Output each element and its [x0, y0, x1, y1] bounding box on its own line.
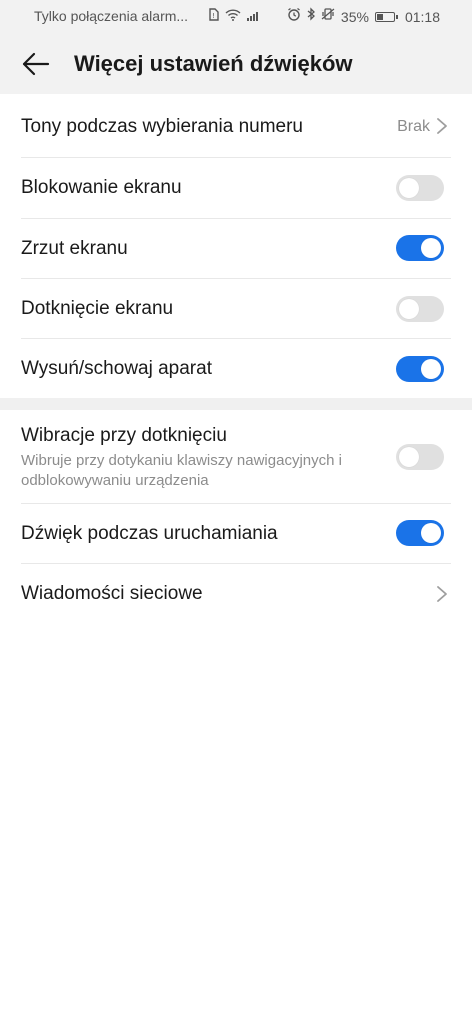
toggle-knob — [421, 238, 441, 258]
row-touch[interactable]: Dotknięcie ekranu — [0, 279, 472, 339]
signal-icon — [246, 8, 259, 26]
row-dial-tones-title: Tony podczas wybierania numeru — [21, 116, 303, 137]
back-button[interactable] — [20, 48, 52, 80]
row-dial-tones[interactable]: Tony podczas wybierania numeru Brak — [0, 94, 472, 158]
vibrate-icon — [321, 7, 335, 26]
toggle-startup-sound[interactable] — [396, 520, 444, 546]
carrier-text: Tylko połączenia alarm... — [34, 8, 189, 24]
status-bar: Tylko połączenia alarm... ! 35% 01:18 — [0, 0, 472, 34]
arrow-left-icon — [22, 52, 50, 76]
row-screen-lock-title: Blokowanie ekranu — [21, 177, 182, 198]
row-network-messages-title: Wiadomości sieciowe — [21, 583, 203, 604]
row-camera[interactable]: Wysuń/schowaj aparat — [0, 339, 472, 399]
battery-fill — [376, 13, 384, 20]
row-vibration-subtitle: Wibruje przy dotykaniu klawiszy nawigacy… — [21, 452, 342, 489]
row-startup-sound[interactable]: Dźwięk podczas uruchamiania — [0, 504, 472, 564]
app-header: Więcej ustawień dźwięków — [0, 34, 472, 94]
row-vibration[interactable]: Wibracje przy dotknięciu Wibruje przy do… — [0, 410, 472, 503]
alarm-icon — [287, 7, 301, 26]
toggle-knob — [399, 299, 419, 319]
toggle-knob — [421, 359, 441, 379]
chevron-right-icon — [437, 118, 447, 134]
toggle-screen-lock[interactable] — [396, 175, 444, 201]
toggle-touch[interactable] — [396, 296, 444, 322]
status-icons: ! 35% 01:18 — [209, 7, 440, 26]
chevron-right-icon — [437, 586, 447, 602]
battery-icon — [374, 11, 398, 22]
battery-percent: 35% — [340, 8, 369, 25]
section-gap — [0, 398, 472, 410]
row-network-messages[interactable]: Wiadomości sieciowe — [0, 564, 472, 624]
page-title: Więcej ustawień dźwięków — [74, 51, 353, 76]
svg-text:!: ! — [212, 12, 215, 20]
clock: 01:18 — [404, 8, 440, 25]
row-startup-sound-title: Dźwięk podczas uruchamiania — [21, 523, 278, 544]
bluetooth-icon — [307, 7, 315, 26]
row-screen-lock[interactable]: Blokowanie ekranu — [0, 158, 472, 218]
sim-icon: ! — [209, 7, 219, 26]
wifi-icon — [225, 8, 241, 26]
row-vibration-title: Wibracje przy dotknięciu — [21, 425, 227, 446]
row-dial-tones-value: Brak — [397, 118, 430, 135]
toggle-knob — [421, 523, 441, 543]
toggle-camera[interactable] — [396, 356, 444, 382]
row-touch-title: Dotknięcie ekranu — [21, 298, 174, 319]
row-screenshot[interactable]: Zrzut ekranu — [0, 219, 472, 279]
toggle-vibration[interactable] — [396, 444, 444, 470]
toggle-screenshot[interactable] — [396, 235, 444, 261]
row-camera-title: Wysuń/schowaj aparat — [21, 358, 212, 379]
toggle-knob — [399, 447, 419, 467]
row-screenshot-title: Zrzut ekranu — [21, 238, 128, 259]
toggle-knob — [399, 178, 419, 198]
